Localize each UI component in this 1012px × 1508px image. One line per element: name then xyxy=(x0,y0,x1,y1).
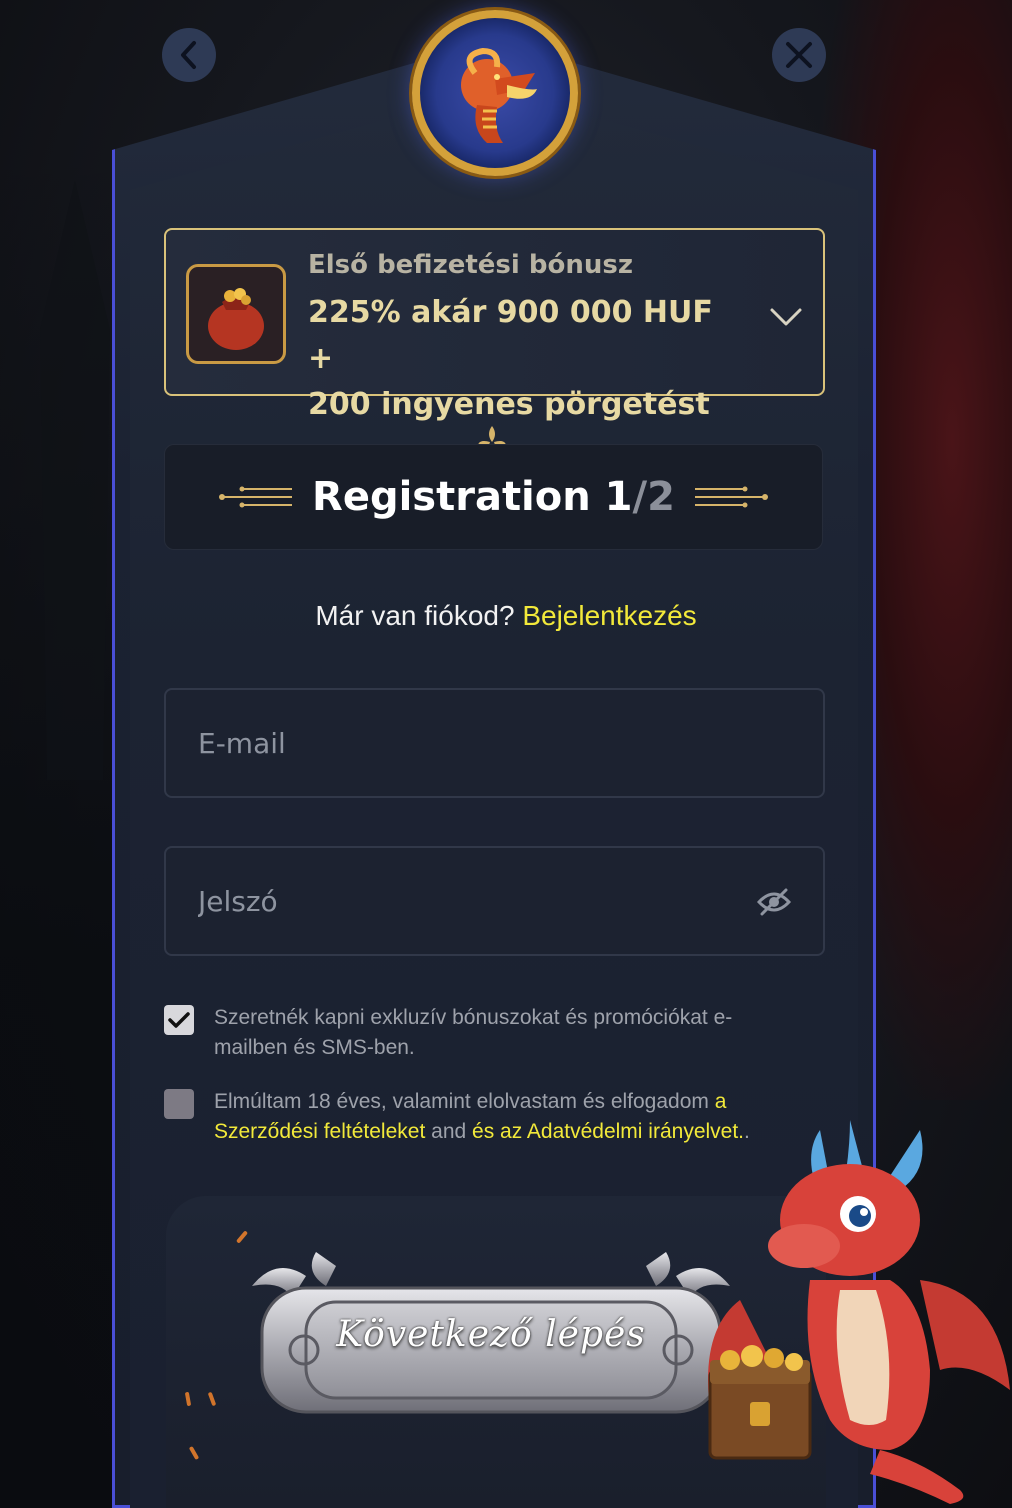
terms-and-text: and xyxy=(431,1120,467,1143)
registration-header: Registration 1/2 xyxy=(164,444,823,550)
dragon-mascot-icon xyxy=(708,1120,1010,1504)
email-field-container xyxy=(164,688,825,798)
email-input[interactable] xyxy=(166,690,823,796)
chevron-left-icon xyxy=(181,41,196,69)
registration-step-separator: / xyxy=(632,474,648,520)
registration-step: 1 xyxy=(604,474,633,520)
close-button[interactable] xyxy=(772,28,826,82)
login-prompt: Már van fiókod? Bejelentkezés xyxy=(0,600,1012,632)
bonus-headline-line1: 225% akár 900 000 HUF + xyxy=(308,295,713,376)
login-link[interactable]: Bejelentkezés xyxy=(522,600,696,631)
registration-step-total: 2 xyxy=(647,474,675,520)
dragon-head-icon xyxy=(461,47,537,143)
dragon-medallion-logo xyxy=(412,10,578,176)
next-step-label: Következő lépés xyxy=(336,1313,646,1355)
close-icon xyxy=(786,42,812,68)
bonus-banner[interactable]: Első befizetési bónusz 225% akár 900 000… xyxy=(164,228,825,422)
registration-title: Registration 1/2 xyxy=(312,474,675,520)
next-step-button[interactable]: Következő lépés xyxy=(246,1246,736,1422)
chevron-down-icon[interactable] xyxy=(769,306,803,328)
money-bag-icon xyxy=(186,264,286,364)
terms-consent-row: Elmúltam 18 éves, valamint elolvastam és… xyxy=(164,1087,784,1147)
back-button[interactable] xyxy=(162,28,216,82)
terms-consent-prefix: Elmúltam 18 éves, valamint elolvastam és… xyxy=(214,1090,709,1113)
registration-title-text: Registration xyxy=(312,474,591,520)
promo-consent-text: Szeretnék kapni exkluzív bónuszokat és p… xyxy=(214,1006,733,1059)
eye-off-icon[interactable] xyxy=(757,888,791,916)
promo-consent-checkbox[interactable] xyxy=(164,1005,194,1035)
terms-consent-checkbox[interactable] xyxy=(164,1089,194,1119)
bonus-subtitle: Első befizetési bónusz xyxy=(308,250,633,280)
login-prompt-text: Már van fiókod? xyxy=(315,600,515,631)
decor-lines-left-icon xyxy=(219,486,293,508)
bonus-headline-line2: 200 ingyenes pörgetést xyxy=(308,387,710,422)
checkmark-icon xyxy=(168,1012,190,1028)
password-input[interactable] xyxy=(166,848,823,954)
promo-consent-row: Szeretnék kapni exkluzív bónuszokat és p… xyxy=(164,1003,784,1063)
terms-consent-text: Elmúltam 18 éves, valamint elolvastam és… xyxy=(214,1087,784,1147)
bonus-headline: 225% akár 900 000 HUF + 200 ingyenes pör… xyxy=(308,290,738,428)
password-field-container xyxy=(164,846,825,956)
decor-lines-right-icon xyxy=(694,486,768,508)
